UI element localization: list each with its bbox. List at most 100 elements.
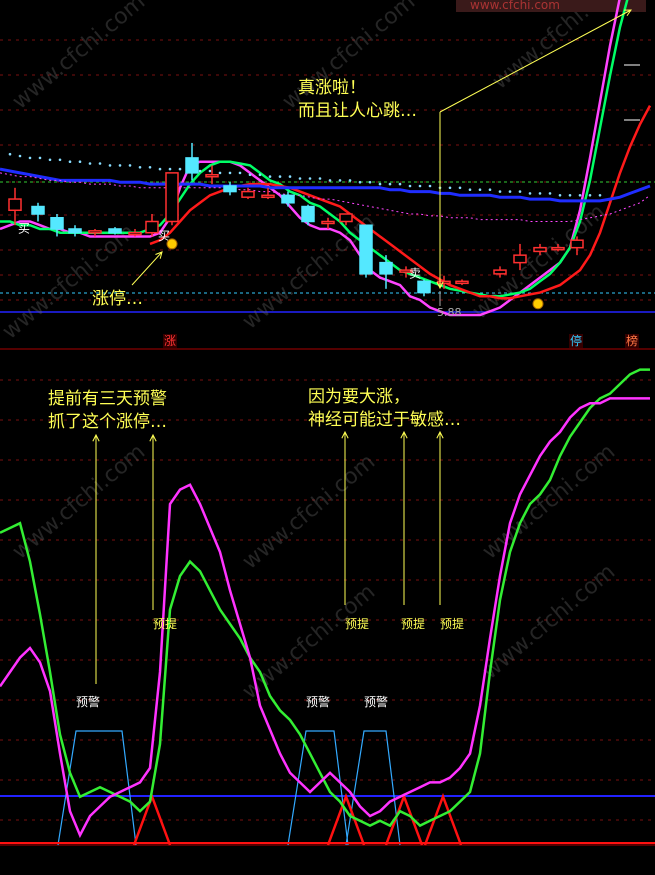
dotted-band-point xyxy=(38,156,42,160)
candle-body xyxy=(108,228,122,234)
annotation-layer: 真涨啦！ 而且让人心跳… 涨停… 提前有三天预警抓了这个涨停… 因为要大涨， 神经可能过于… xyxy=(48,9,632,684)
dotted-band-point xyxy=(258,173,262,176)
dotted-band-point xyxy=(458,186,462,190)
watermark-text: www.cfchi.com xyxy=(238,449,380,574)
dotted-band-point xyxy=(408,184,412,188)
dotted-band-point xyxy=(98,162,102,165)
dotted-band-point xyxy=(548,192,552,195)
signal-tag: 预提 xyxy=(440,616,464,631)
dotted-band-point xyxy=(128,164,132,167)
signal-tag: 预警 xyxy=(76,694,100,709)
candle-body xyxy=(551,246,565,251)
dotted-band-point xyxy=(318,177,322,180)
signal-tag: 预警 xyxy=(306,694,330,709)
dotted-band-point xyxy=(248,173,252,176)
watermark-text: www.cfchi.com xyxy=(238,209,380,334)
dotted-band-point xyxy=(368,180,372,184)
candle-body xyxy=(301,205,315,223)
dotted-band-point xyxy=(578,194,582,197)
dotted-band-point xyxy=(508,190,512,193)
watermark-text: www.cfchi.com xyxy=(8,0,150,115)
candle-body xyxy=(455,280,469,285)
dotted-band-point xyxy=(418,184,422,188)
dotted-band-point xyxy=(488,188,492,191)
annotation-warning: 提前有三天预警 xyxy=(48,389,167,409)
candle-body xyxy=(493,269,507,275)
banner-text: www.cfchi.com xyxy=(470,0,560,12)
watermark-text: www.cfchi.com xyxy=(238,579,380,704)
dotted-band-point xyxy=(78,160,82,163)
dotted-band-point xyxy=(398,182,402,186)
candle-body xyxy=(8,198,22,212)
candle-body xyxy=(50,217,64,230)
annotation-arrow xyxy=(131,251,163,286)
coin-marker xyxy=(532,298,544,310)
candle-body xyxy=(241,190,255,198)
annotation-sensitive: 神经可能过于敏感… xyxy=(308,410,461,430)
watermark-text: www.cfchi.com xyxy=(478,439,620,564)
dotted-band-point xyxy=(138,166,142,169)
dotted-band-point xyxy=(308,177,312,180)
dotted-band-point xyxy=(288,175,292,178)
day-marker: 涨 xyxy=(164,333,176,348)
dotted-band-point xyxy=(278,175,282,178)
dotted-band-point xyxy=(558,194,562,197)
dotted-band-point xyxy=(178,167,182,171)
dotted-band-point xyxy=(218,171,222,175)
candle-body xyxy=(570,239,584,249)
dotted-band-point xyxy=(538,192,542,195)
annotation-limit-up: 涨停… xyxy=(92,289,143,309)
watermark-text: www.cfchi.com xyxy=(0,219,140,344)
coin-marker xyxy=(166,238,178,250)
dotted-band-point xyxy=(158,167,162,171)
alert-spike xyxy=(132,792,172,846)
warning-plateau xyxy=(287,730,349,846)
candle-body xyxy=(88,230,102,234)
day-marker: 停 xyxy=(570,333,582,348)
dotted-band-point xyxy=(18,154,22,158)
dotted-band-point xyxy=(68,160,72,163)
dotted-band-point xyxy=(298,177,302,180)
dotted-band-point xyxy=(568,194,572,197)
price-series-line-3 xyxy=(0,167,651,203)
day-marker: 榜 xyxy=(626,333,638,348)
candle-body xyxy=(513,254,527,264)
dotted-band-point xyxy=(518,190,522,193)
dotted-band-point xyxy=(48,158,52,162)
dotted-band-point xyxy=(388,182,392,186)
candle-body xyxy=(379,261,393,275)
candle-body xyxy=(261,194,275,199)
candle-body xyxy=(533,246,547,253)
dotted-band-point xyxy=(208,169,212,173)
annotation-top: 真涨啦！ xyxy=(298,78,366,98)
signal-tag: 预提 xyxy=(401,616,425,631)
candle-body xyxy=(145,220,159,234)
candle-body xyxy=(68,228,82,234)
candle-body xyxy=(165,172,179,223)
candle-body xyxy=(205,173,219,178)
dotted-band-point xyxy=(58,158,62,162)
candle-body xyxy=(185,157,199,174)
signal-tag: 预警 xyxy=(364,694,388,709)
candle-body xyxy=(359,224,373,275)
dotted-band-point xyxy=(358,180,362,184)
dotted-band-point xyxy=(468,188,472,191)
dotted-band-point xyxy=(498,190,502,193)
watermark-text: www.cfchi.com xyxy=(8,439,150,564)
dotted-band-point xyxy=(108,164,112,167)
dotted-band-point xyxy=(88,162,92,165)
dotted-band-point xyxy=(428,184,432,188)
dotted-band-point xyxy=(598,194,602,197)
dotted-band-point xyxy=(528,192,532,195)
candle-body xyxy=(128,231,142,236)
dotted-band-point xyxy=(588,194,592,197)
candle-body xyxy=(417,280,431,294)
stock-chart: www.cfchi.com www.cfchi.com www.cfchi.comw… xyxy=(0,0,655,846)
dotted-band-point xyxy=(348,179,352,182)
dotted-band-point xyxy=(28,156,32,160)
signal-tag: 预提 xyxy=(153,616,177,631)
dotted-band-point xyxy=(268,175,272,178)
annotation-sensitive: 因为要大涨， xyxy=(308,387,410,407)
dotted-band-point xyxy=(8,152,12,156)
dotted-band-point xyxy=(198,169,202,173)
